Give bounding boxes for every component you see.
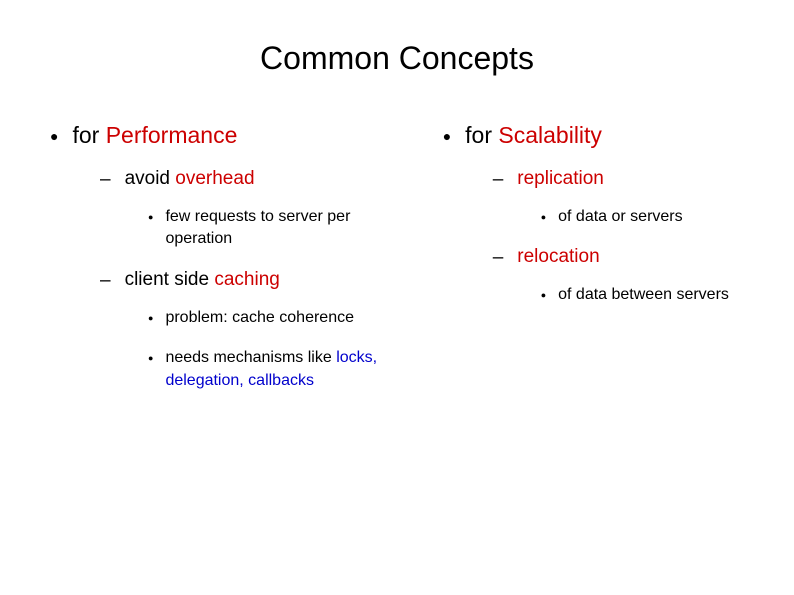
- bullet-icon: ●: [50, 122, 58, 150]
- left-item-1-sub-1-text: few requests to server per operation: [165, 206, 402, 251]
- left-heading-pre: for: [72, 122, 105, 148]
- left-item-2-sub-2: ● needs mechanisms like locks, delegatio…: [40, 347, 433, 392]
- right-item-1-sub-1-text: of data or servers: [558, 206, 744, 228]
- left-item-1: – avoid overhead: [40, 168, 433, 192]
- left-column: ● for Performance – avoid overhead ● few…: [40, 122, 433, 410]
- right-item-2-sub-1-text: of data between servers: [558, 284, 744, 306]
- content-columns: ● for Performance – avoid overhead ● few…: [40, 122, 754, 410]
- left-heading: ● for Performance: [40, 122, 433, 150]
- right-item-2: – relocation: [433, 246, 754, 270]
- left-item-2: – client side caching: [40, 269, 433, 293]
- left-item-2-pre: client side: [125, 269, 215, 290]
- bullet-icon: ●: [541, 206, 546, 228]
- left-item-2-sub-1: ● problem: cache coherence: [40, 307, 433, 329]
- bullet-icon: ●: [148, 206, 153, 228]
- left-item-2-sub-2-pre: needs mechanisms like: [165, 349, 336, 366]
- bullet-icon: ●: [443, 122, 451, 150]
- right-item-1-em: replication: [517, 168, 604, 189]
- left-item-2-em: caching: [214, 269, 280, 290]
- dash-icon: –: [493, 168, 504, 192]
- bullet-icon: ●: [148, 347, 153, 369]
- left-item-1-sub-1: ● few requests to server per operation: [40, 206, 433, 251]
- left-item-1-em: overhead: [175, 168, 254, 189]
- dash-icon: –: [100, 269, 111, 293]
- left-heading-em: Performance: [106, 122, 238, 148]
- right-heading: ● for Scalability: [433, 122, 754, 150]
- right-column: ● for Scalability – replication ● of dat…: [433, 122, 754, 410]
- right-item-2-em: relocation: [517, 246, 599, 267]
- right-item-2-sub-1: ● of data between servers: [433, 284, 754, 306]
- left-item-2-sub-1-text: problem: cache coherence: [165, 307, 402, 329]
- right-heading-em: Scalability: [498, 122, 602, 148]
- left-item-1-pre: avoid: [125, 168, 176, 189]
- slide-title: Common Concepts: [40, 40, 754, 77]
- right-heading-pre: for: [465, 122, 498, 148]
- bullet-icon: ●: [148, 307, 153, 329]
- dash-icon: –: [493, 246, 504, 270]
- right-item-1: – replication: [433, 168, 754, 192]
- right-item-1-sub-1: ● of data or servers: [433, 206, 754, 228]
- dash-icon: –: [100, 168, 111, 192]
- bullet-icon: ●: [541, 284, 546, 306]
